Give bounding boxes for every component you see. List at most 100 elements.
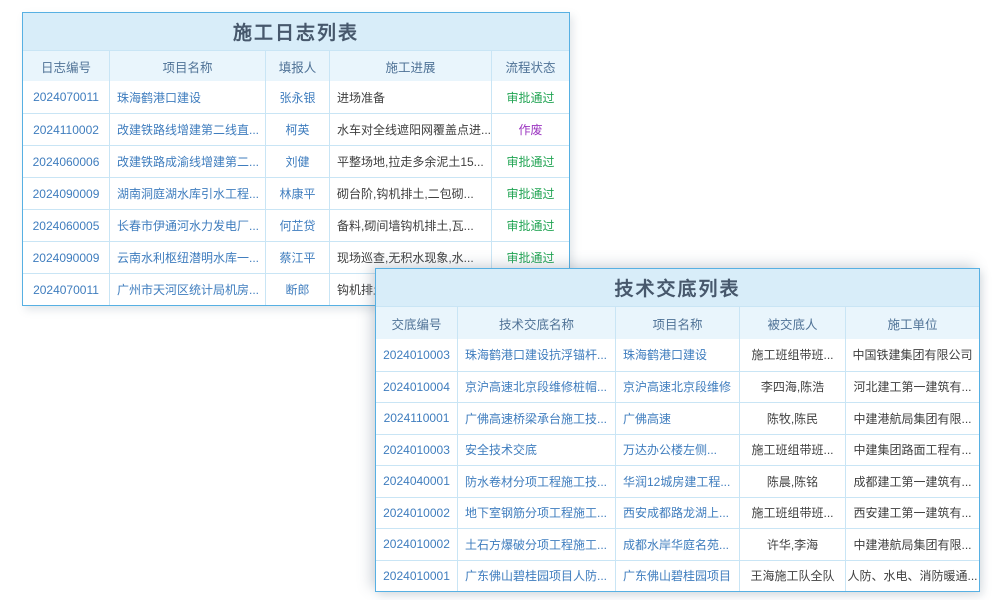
disclosure-table-row[interactable]: 2024010003 珠海鹤港口建设抗浮锚杆... 珠海鹤港口建设 施工班组带班… — [376, 339, 979, 371]
log-id-link[interactable]: 2024090009 — [23, 178, 110, 209]
reporter-link[interactable]: 断郎 — [266, 274, 330, 305]
disclosure-id-link[interactable]: 2024010002 — [376, 498, 458, 529]
log-id-link[interactable]: 2024110002 — [23, 114, 110, 145]
construction-log-panel: 施工日志列表 日志编号 项目名称 填报人 施工进展 流程状态 202407001… — [22, 12, 570, 306]
technical-disclosure-header-row: 交底编号 技术交底名称 项目名称 被交底人 施工单位 — [376, 307, 979, 339]
progress-text: 平整场地,拉走多余泥土15... — [330, 146, 492, 177]
page: 施工日志列表 日志编号 项目名称 填报人 施工进展 流程状态 202407001… — [0, 0, 1000, 600]
project-name-link[interactable]: 长春市伊通河水力发电厂... — [110, 210, 266, 241]
project-name-link[interactable]: 成都水岸华庭名苑... — [616, 529, 740, 560]
column-header-project-name: 项目名称 — [616, 307, 740, 339]
technical-disclosure-title: 技术交底列表 — [376, 269, 979, 307]
disclosee-text: 陈牧,陈民 — [740, 403, 846, 434]
construction-unit-text: 河北建工第一建筑有... — [846, 372, 979, 403]
project-name-link[interactable]: 广州市天河区统计局机房... — [110, 274, 266, 305]
log-table-row[interactable]: 2024090009 湖南洞庭湖水库引水工程... 林康平 砌台阶,钩机排土,二… — [23, 177, 569, 209]
construction-log-table: 日志编号 项目名称 填报人 施工进展 流程状态 2024070011 珠海鹤港口… — [23, 51, 569, 305]
column-header-disclosee: 被交底人 — [740, 307, 846, 339]
column-header-progress: 施工进展 — [330, 51, 492, 81]
project-name-link[interactable]: 万达办公楼左侧... — [616, 435, 740, 466]
log-table-row[interactable]: 2024060006 改建铁路成渝线增建第二... 刘健 平整场地,拉走多余泥土… — [23, 145, 569, 177]
disclosee-text: 王海施工队全队 — [740, 561, 846, 592]
construction-log-header-row: 日志编号 项目名称 填报人 施工进展 流程状态 — [23, 51, 569, 81]
disclosure-table-row[interactable]: 2024010001 广东佛山碧桂园项目人防... 广东佛山碧桂园项目 王海施工… — [376, 560, 979, 592]
disclosure-name-link[interactable]: 土石方爆破分项工程施工... — [458, 529, 616, 560]
project-name-link[interactable]: 改建铁路成渝线增建第二... — [110, 146, 266, 177]
construction-unit-text: 成都建工第一建筑有... — [846, 466, 979, 497]
column-header-disclosure-name: 技术交底名称 — [458, 307, 616, 339]
disclosure-table-row[interactable]: 2024040001 防水卷材分项工程施工技... 华润12城房建工程... 陈… — [376, 465, 979, 497]
progress-text: 水车对全线遮阳网覆盖点进... — [330, 114, 492, 145]
column-header-disclosure-id: 交底编号 — [376, 307, 458, 339]
log-id-link[interactable]: 2024070011 — [23, 274, 110, 305]
log-id-link[interactable]: 2024060006 — [23, 146, 110, 177]
disclosure-name-link[interactable]: 防水卷材分项工程施工技... — [458, 466, 616, 497]
technical-disclosure-panel: 技术交底列表 交底编号 技术交底名称 项目名称 被交底人 施工单位 202401… — [375, 268, 980, 592]
disclosure-id-link[interactable]: 2024010002 — [376, 529, 458, 560]
project-name-link[interactable]: 珠海鹤港口建设 — [110, 81, 266, 113]
disclosure-id-link[interactable]: 2024040001 — [376, 466, 458, 497]
project-name-link[interactable]: 湖南洞庭湖水库引水工程... — [110, 178, 266, 209]
status-badge: 审批通过 — [492, 210, 569, 241]
progress-text: 进场准备 — [330, 81, 492, 113]
log-id-link[interactable]: 2024070011 — [23, 81, 110, 113]
disclosure-name-link[interactable]: 珠海鹤港口建设抗浮锚杆... — [458, 339, 616, 371]
log-table-row[interactable]: 2024060005 长春市伊通河水力发电厂... 何芷贷 备料,砌间墙钩机排土… — [23, 209, 569, 241]
status-badge: 审批通过 — [492, 81, 569, 113]
status-badge: 作废 — [492, 114, 569, 145]
progress-text: 备料,砌间墙钩机排土,瓦... — [330, 210, 492, 241]
log-table-row[interactable]: 2024110002 改建铁路线增建第二线直... 柯英 水车对全线遮阳网覆盖点… — [23, 113, 569, 145]
disclosure-name-link[interactable]: 京沪高速北京段维修桩帽... — [458, 372, 616, 403]
construction-unit-text: 中国铁建集团有限公司 — [846, 339, 979, 371]
disclosee-text: 施工班组带班... — [740, 435, 846, 466]
disclosure-table-row[interactable]: 2024110001 广佛高速桥梁承台施工技... 广佛高速 陈牧,陈民 中建港… — [376, 402, 979, 434]
disclosure-id-link[interactable]: 2024010003 — [376, 435, 458, 466]
disclosure-name-link[interactable]: 广东佛山碧桂园项目人防... — [458, 561, 616, 592]
column-header-flow-status: 流程状态 — [492, 51, 569, 81]
construction-unit-text: 人防、水电、消防暖通... — [846, 561, 979, 592]
disclosure-id-link[interactable]: 2024010004 — [376, 372, 458, 403]
reporter-link[interactable]: 柯英 — [266, 114, 330, 145]
project-name-link[interactable]: 京沪高速北京段维修 — [616, 372, 740, 403]
project-name-link[interactable]: 改建铁路线增建第二线直... — [110, 114, 266, 145]
log-table-row[interactable]: 2024070011 珠海鹤港口建设 张永银 进场准备 审批通过 — [23, 81, 569, 113]
reporter-link[interactable]: 林康平 — [266, 178, 330, 209]
construction-log-title: 施工日志列表 — [23, 13, 569, 51]
reporter-link[interactable]: 张永银 — [266, 81, 330, 113]
project-name-link[interactable]: 西安成都路龙湖上... — [616, 498, 740, 529]
construction-unit-text: 中建港航局集团有限... — [846, 403, 979, 434]
reporter-link[interactable]: 刘健 — [266, 146, 330, 177]
technical-disclosure-table: 交底编号 技术交底名称 项目名称 被交底人 施工单位 2024010003 珠海… — [376, 307, 979, 591]
project-name-link[interactable]: 广东佛山碧桂园项目 — [616, 561, 740, 592]
disclosure-id-link[interactable]: 2024010003 — [376, 339, 458, 371]
column-header-reporter: 填报人 — [266, 51, 330, 81]
disclosee-text: 许华,李海 — [740, 529, 846, 560]
construction-unit-text: 中建集团路面工程有... — [846, 435, 979, 466]
reporter-link[interactable]: 蔡江平 — [266, 242, 330, 273]
disclosee-text: 施工班组带班... — [740, 339, 846, 371]
disclosure-name-link[interactable]: 广佛高速桥梁承台施工技... — [458, 403, 616, 434]
disclosure-id-link[interactable]: 2024110001 — [376, 403, 458, 434]
project-name-link[interactable]: 云南水利枢纽潜明水库一... — [110, 242, 266, 273]
status-badge: 审批通过 — [492, 178, 569, 209]
disclosee-text: 陈晨,陈铭 — [740, 466, 846, 497]
project-name-link[interactable]: 珠海鹤港口建设 — [616, 339, 740, 371]
column-header-unit: 施工单位 — [846, 307, 979, 339]
log-id-link[interactable]: 2024060005 — [23, 210, 110, 241]
disclosee-text: 李四海,陈浩 — [740, 372, 846, 403]
disclosure-table-row[interactable]: 2024010002 土石方爆破分项工程施工... 成都水岸华庭名苑... 许华… — [376, 528, 979, 560]
reporter-link[interactable]: 何芷贷 — [266, 210, 330, 241]
disclosure-table-row[interactable]: 2024010004 京沪高速北京段维修桩帽... 京沪高速北京段维修 李四海,… — [376, 371, 979, 403]
disclosure-table-row[interactable]: 2024010003 安全技术交底 万达办公楼左侧... 施工班组带班... 中… — [376, 434, 979, 466]
project-name-link[interactable]: 华润12城房建工程... — [616, 466, 740, 497]
disclosure-name-link[interactable]: 安全技术交底 — [458, 435, 616, 466]
column-header-log-id: 日志编号 — [23, 51, 110, 81]
column-header-project: 项目名称 — [110, 51, 266, 81]
disclosure-table-row[interactable]: 2024010002 地下室钢筋分项工程施工... 西安成都路龙湖上... 施工… — [376, 497, 979, 529]
disclosure-id-link[interactable]: 2024010001 — [376, 561, 458, 592]
disclosure-name-link[interactable]: 地下室钢筋分项工程施工... — [458, 498, 616, 529]
project-name-link[interactable]: 广佛高速 — [616, 403, 740, 434]
disclosee-text: 施工班组带班... — [740, 498, 846, 529]
progress-text: 砌台阶,钩机排土,二包砌... — [330, 178, 492, 209]
log-id-link[interactable]: 2024090009 — [23, 242, 110, 273]
